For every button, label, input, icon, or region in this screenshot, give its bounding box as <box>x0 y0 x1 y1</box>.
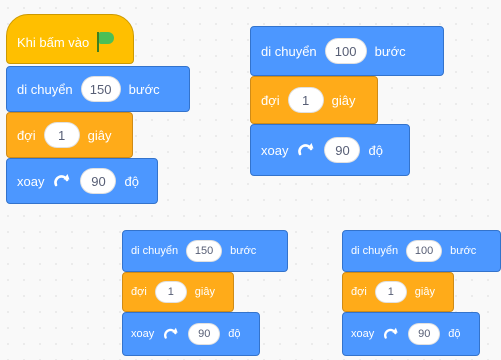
move-steps-block[interactable]: di chuyển 150 bước <box>6 66 190 112</box>
rotate-right-icon <box>296 141 316 159</box>
seconds-input[interactable]: 1 <box>43 122 80 148</box>
degrees-input[interactable]: 90 <box>408 323 441 345</box>
turn-label: xoay <box>261 142 289 158</box>
green-flag-icon <box>97 32 115 52</box>
move-label: di chuyển <box>261 43 317 59</box>
seconds-input[interactable]: 1 <box>287 87 324 113</box>
rotate-right-icon <box>162 326 180 342</box>
steps-unit: bước <box>374 43 406 59</box>
wait-label: đợi <box>17 127 36 143</box>
steps-unit: bước <box>230 245 257 257</box>
wait-seconds-block[interactable]: đợi 1 giây <box>122 272 234 312</box>
turn-label: xoay <box>17 173 45 189</box>
script-stack-1[interactable]: Khi bấm vào di chuyển 150 bước đợi 1 giâ… <box>0 0 200 215</box>
seconds-unit: giây <box>331 92 356 108</box>
move-label: di chuyển <box>351 245 399 257</box>
turn-right-block[interactable]: xoay 90 độ <box>6 158 158 204</box>
turn-right-block[interactable]: xoay 90 độ <box>342 312 480 356</box>
move-steps-block[interactable]: di chuyển 100 bước <box>250 26 444 76</box>
steps-input[interactable]: 150 <box>80 76 121 102</box>
when-flag-clicked-block[interactable]: Khi bấm vào <box>6 14 134 64</box>
degrees-unit: độ <box>228 328 241 340</box>
steps-input[interactable]: 100 <box>406 240 443 262</box>
move-label: di chuyển <box>131 245 179 257</box>
move-steps-block[interactable]: di chuyển 100 bước <box>342 230 501 272</box>
degrees-unit: độ <box>124 173 139 189</box>
wait-seconds-block[interactable]: đợi 1 giây <box>250 76 378 124</box>
steps-input[interactable]: 100 <box>324 38 367 64</box>
degrees-input[interactable]: 90 <box>324 137 361 163</box>
move-label: di chuyển <box>17 81 73 97</box>
rotate-right-icon <box>52 172 72 190</box>
seconds-unit: giây <box>414 286 435 298</box>
hat-label: Khi bấm vào <box>17 34 90 50</box>
steps-unit: bước <box>450 245 477 257</box>
wait-seconds-block[interactable]: đợi 1 giây <box>342 272 454 312</box>
script-stack-4[interactable]: di chuyển 100 bước đợi 1 giây xoay 90 độ <box>340 228 501 358</box>
degrees-input[interactable]: 90 <box>80 168 117 194</box>
turn-label: xoay <box>351 328 375 340</box>
seconds-unit: giây <box>87 127 112 143</box>
wait-label: đợi <box>131 286 147 298</box>
degrees-input[interactable]: 90 <box>188 323 221 345</box>
steps-unit: bước <box>128 81 160 97</box>
wait-seconds-block[interactable]: đợi 1 giây <box>6 112 133 158</box>
degrees-unit: độ <box>368 142 383 158</box>
move-steps-block[interactable]: di chuyển 150 bước <box>122 230 288 272</box>
steps-input[interactable]: 150 <box>186 240 223 262</box>
script-stack-3[interactable]: di chuyển 150 bước đợi 1 giây xoay 90 độ <box>120 228 292 358</box>
wait-label: đợi <box>351 286 367 298</box>
seconds-unit: giây <box>194 286 215 298</box>
turn-right-block[interactable]: xoay 90 độ <box>122 312 260 356</box>
degrees-unit: độ <box>448 328 461 340</box>
turn-label: xoay <box>131 328 155 340</box>
rotate-right-icon <box>382 326 400 342</box>
seconds-input[interactable]: 1 <box>374 281 407 303</box>
seconds-input[interactable]: 1 <box>154 281 187 303</box>
turn-right-block[interactable]: xoay 90 độ <box>250 124 410 176</box>
script-stack-2[interactable]: di chuyển 100 bước đợi 1 giây xoay 90 độ <box>248 26 448 181</box>
wait-label: đợi <box>261 92 280 108</box>
